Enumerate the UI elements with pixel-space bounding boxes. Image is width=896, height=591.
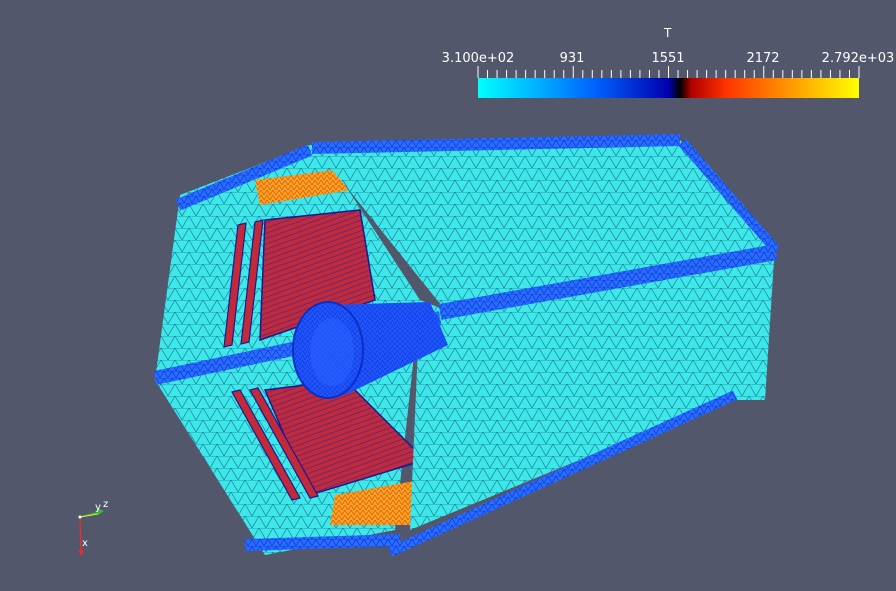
frame-edge-cap-bottom (244, 534, 401, 551)
render-viewport[interactable]: T 3.100e+02 931 1551 2172 2.792e+03 x y … (0, 0, 896, 591)
axis-z-label: z (103, 499, 109, 510)
colorbar-bar (478, 78, 859, 98)
axis-y-label: y (95, 502, 101, 513)
axis-x-line (79, 516, 82, 553)
axis-x-arrow (78, 550, 84, 556)
axis-x-label: x (82, 538, 88, 549)
colorbar-title: T (664, 26, 672, 40)
frame-edge-top (311, 134, 681, 154)
colorbar-ticks (477, 66, 860, 78)
colorbar (477, 66, 860, 98)
